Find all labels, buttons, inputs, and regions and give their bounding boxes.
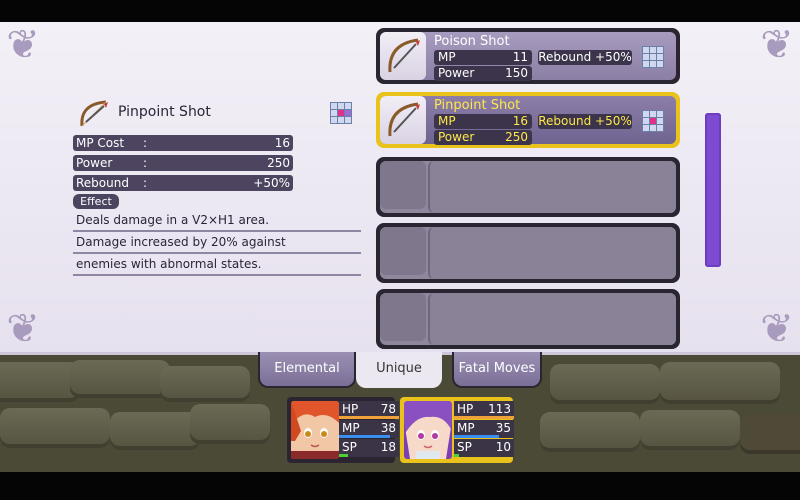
tab-unique[interactable]: Unique: [356, 352, 442, 388]
skill-card-empty[interactable]: [376, 223, 680, 283]
stat-row-power: Power : 250: [73, 155, 293, 171]
area-grid-icon: [330, 102, 352, 124]
skill-list-scrollbar[interactable]: [705, 113, 721, 267]
effect-label: Effect: [73, 194, 119, 209]
area-grid-icon: [642, 46, 664, 68]
stat-row-mp-cost: MP Cost : 16: [73, 135, 293, 151]
bow-arrow-icon: [380, 96, 426, 144]
hp-bar: HP 113: [454, 401, 514, 419]
mp-bar: MP 38: [339, 420, 399, 438]
bow-arrow-icon: [80, 100, 108, 127]
hero-portrait: [291, 401, 339, 459]
skill-rebound: Rebound +50%: [538, 50, 632, 65]
letterbox-top: [0, 0, 800, 22]
ornament-corner-icon: ❦: [760, 22, 794, 68]
letterbox-bottom: [0, 472, 800, 500]
mp-bar: MP 35: [454, 420, 514, 438]
party-member-2[interactable]: HP 113 MP 35 SP 10: [400, 397, 514, 463]
tab-elemental[interactable]: Elemental: [258, 352, 356, 388]
heroine-portrait: [404, 401, 452, 459]
tab-fatal-moves[interactable]: Fatal Moves: [452, 352, 542, 388]
skill-name: Pinpoint Shot: [434, 98, 521, 113]
sp-bar: SP 10: [454, 439, 514, 457]
ornament-corner-icon: ❦: [6, 306, 40, 352]
skill-card-pinpoint-shot[interactable]: Pinpoint Shot MP 16 Power 250 Rebound +50%: [376, 92, 680, 148]
skill-power: Power 150: [434, 66, 532, 81]
hp-bar: HP 78: [339, 401, 399, 419]
party-member-1[interactable]: HP 78 MP 38 SP 18: [287, 397, 399, 463]
bow-arrow-icon: [380, 32, 426, 80]
ornament-corner-icon: ❦: [6, 22, 40, 68]
ornament-corner-icon: ❦: [760, 306, 794, 352]
area-grid-icon: [642, 110, 664, 132]
skill-mp: MP 16: [434, 114, 532, 129]
description-line: Damage increased by 20% against: [73, 232, 361, 254]
skill-power: Power 250: [434, 130, 532, 145]
description-line: enemies with abnormal states.: [73, 254, 361, 276]
skill-rebound: Rebound +50%: [538, 114, 632, 129]
skill-card-empty[interactable]: [376, 289, 680, 349]
stat-row-rebound: Rebound : +50%: [73, 175, 293, 191]
skill-card-poison-shot[interactable]: Poison Shot MP 11 Power 150 Rebound +50%: [376, 28, 680, 84]
skill-name: Poison Shot: [434, 34, 510, 49]
skill-detail-header: Pinpoint Shot: [76, 96, 356, 132]
skill-card-empty[interactable]: [376, 157, 680, 217]
skill-detail-name: Pinpoint Shot: [118, 104, 211, 120]
sp-bar: SP 18: [339, 439, 399, 457]
description-line: Deals damage in a V2×H1 area.: [73, 210, 361, 232]
skill-mp: MP 11: [434, 50, 532, 65]
